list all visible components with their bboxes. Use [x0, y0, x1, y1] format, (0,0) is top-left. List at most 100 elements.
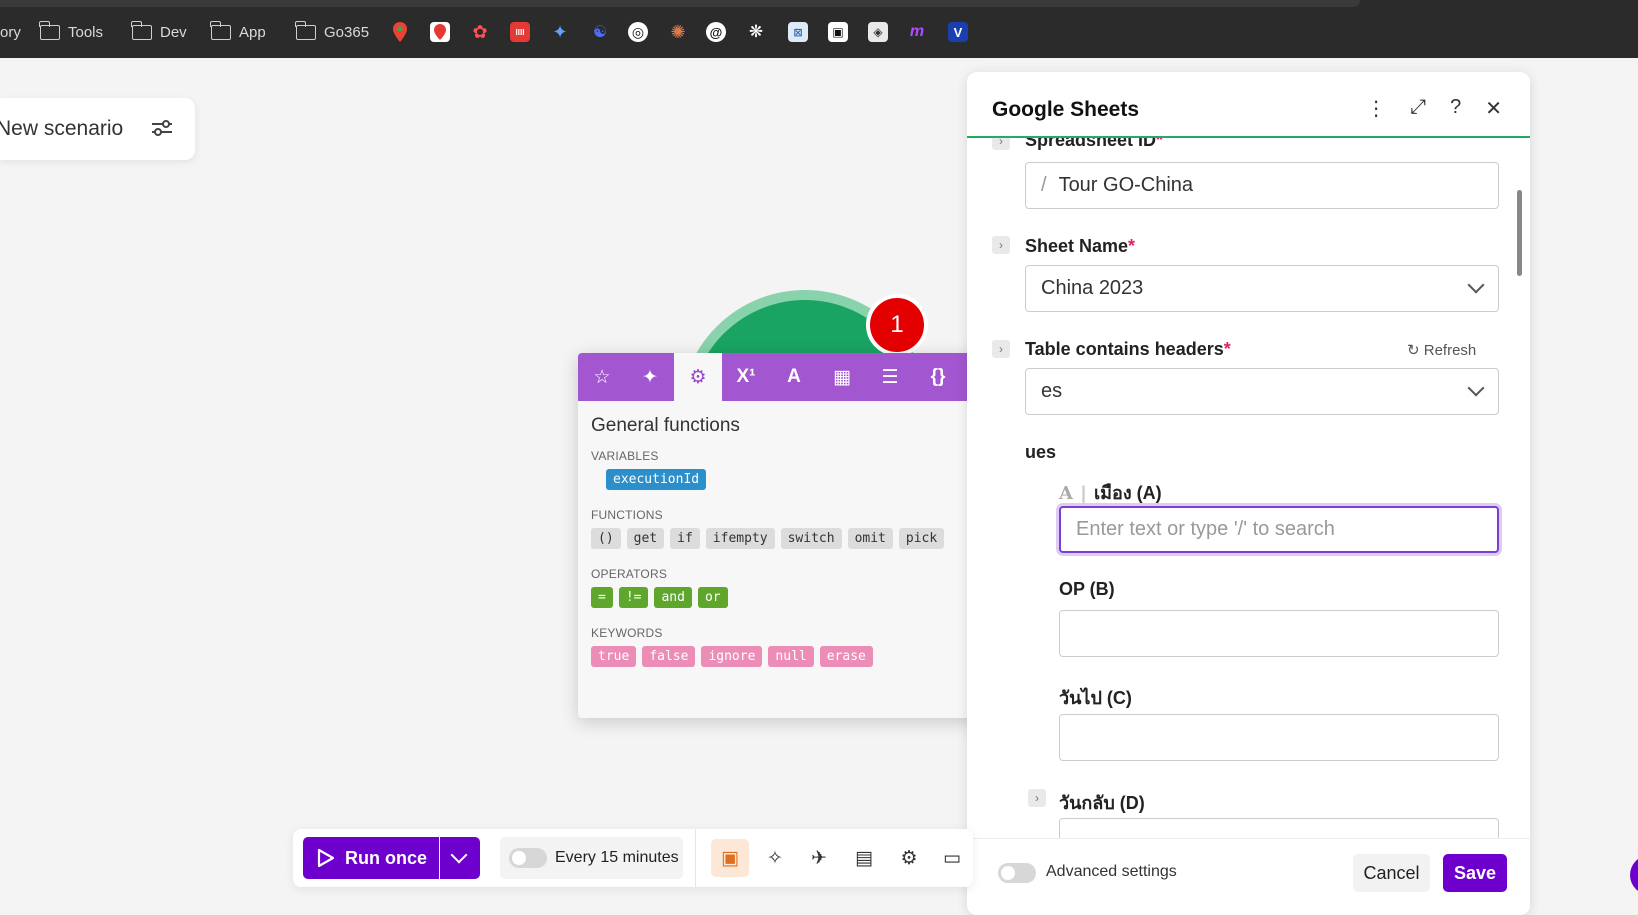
chip-function[interactable]: switch: [780, 528, 842, 549]
sheet-name-label: Sheet Name*: [1025, 236, 1136, 256]
red-app-icon[interactable]: IIII: [510, 22, 530, 42]
column-a-input[interactable]: Enter text or type '/' to search: [1059, 506, 1499, 553]
threads-icon[interactable]: @: [706, 22, 726, 42]
chip-operator[interactable]: or: [697, 587, 728, 608]
chip-keyword[interactable]: erase: [819, 646, 873, 667]
chevron-right-icon[interactable]: ›: [992, 236, 1010, 254]
help-icon[interactable]: ?: [1450, 96, 1461, 121]
run-once-button[interactable]: Run once: [303, 837, 439, 879]
spreadsheet-id-field[interactable]: / Tour GO-China: [1025, 162, 1499, 209]
toolbar-divider: [695, 829, 696, 887]
table-icon: ☰: [881, 366, 899, 388]
superscript-icon: X¹: [736, 366, 756, 387]
close-icon[interactable]: ✕: [1485, 96, 1502, 121]
chip-keyword[interactable]: false: [642, 646, 696, 667]
column-c-input[interactable]: [1059, 714, 1499, 761]
bookmark-folder-dev[interactable]: Dev: [131, 20, 187, 44]
chip-operator[interactable]: and: [654, 587, 692, 608]
chip-keyword[interactable]: ignore: [701, 646, 763, 667]
chip-function[interactable]: get: [626, 528, 665, 549]
extension-app-icon[interactable]: ◈: [868, 22, 888, 42]
settings-sliders-icon[interactable]: [151, 118, 173, 138]
cancel-button[interactable]: Cancel: [1353, 854, 1430, 892]
panel-header: Google Sheets ⋮ ⤢ ? ✕: [967, 72, 1530, 138]
chip-keyword[interactable]: null: [768, 646, 814, 667]
headers-select[interactable]: es: [1025, 368, 1499, 415]
advanced-settings-toggle[interactable]: [998, 863, 1036, 883]
claude-icon[interactable]: ✺: [668, 22, 688, 42]
bookmark-folder-tools[interactable]: Tools: [39, 20, 103, 44]
column-d-input[interactable]: [1059, 818, 1499, 838]
tab-favorites[interactable]: ☆: [578, 353, 626, 401]
chip-function[interactable]: if: [670, 528, 700, 549]
maps-pin-red-icon[interactable]: [430, 22, 450, 42]
tab-math[interactable]: X¹: [722, 353, 770, 401]
panel-scrollbar[interactable]: [1517, 190, 1522, 276]
star-icon: ☆: [593, 366, 611, 388]
maps-pin-icon[interactable]: [390, 22, 410, 42]
sheet-name-select[interactable]: China 2023: [1025, 265, 1499, 312]
expand-icon[interactable]: ⤢: [1410, 96, 1426, 121]
tab-strip-edge: [0, 0, 1360, 7]
schedule-toggle[interactable]: [509, 848, 547, 868]
chevron-right-icon[interactable]: ›: [992, 138, 1010, 150]
advanced-settings-label: Advanced settings: [1046, 863, 1177, 880]
flower-app-icon[interactable]: ✿: [470, 22, 490, 42]
gemini-icon[interactable]: ✦: [550, 22, 570, 42]
tab-ai[interactable]: ✦: [626, 353, 674, 401]
module-settings-panel: Google Sheets ⋮ ⤢ ? ✕ › Spreadsheet ID* …: [967, 72, 1530, 915]
chatgpt-icon[interactable]: ❋: [746, 22, 766, 42]
values-label: ues: [1025, 442, 1057, 462]
capcut-icon[interactable]: ▣: [828, 22, 848, 42]
text-type-icon: A: [1059, 483, 1073, 504]
save-scenario-icon[interactable]: ▣: [711, 839, 749, 877]
tab-general-functions[interactable]: ⚙: [674, 353, 722, 401]
make-logo-icon[interactable]: m: [907, 22, 927, 42]
column-d-label: วันกลับ (D): [1059, 793, 1145, 813]
schedule-setting[interactable]: Every 15 minutes: [500, 837, 683, 879]
column-b-input[interactable]: [1059, 610, 1499, 657]
bookmark-partial[interactable]: ory: [0, 20, 21, 44]
chip-function[interactable]: ifempty: [705, 528, 775, 549]
chevron-right-icon[interactable]: ›: [992, 340, 1010, 358]
chip-function[interactable]: omit: [847, 528, 893, 549]
chip-operator[interactable]: !=: [618, 587, 649, 608]
chevron-down-icon: [1467, 276, 1485, 294]
chip-function[interactable]: pick: [898, 528, 945, 549]
folder-icon: [131, 20, 152, 40]
auto-align-wand-icon[interactable]: ✧: [756, 839, 794, 877]
perplexity-icon[interactable]: ◎: [628, 22, 648, 42]
refresh-button[interactable]: ↻ Refresh: [1407, 341, 1476, 359]
swirl-app-icon[interactable]: ☯: [590, 22, 610, 42]
diagram-app-icon[interactable]: ⊠: [788, 22, 808, 42]
slash-icon: /: [1041, 174, 1047, 196]
flow-control-plane-icon[interactable]: ✈: [800, 839, 838, 877]
chip-function[interactable]: (): [591, 528, 621, 549]
tab-array[interactable]: ☰: [866, 353, 914, 401]
more-options-icon[interactable]: ⋮: [1366, 96, 1386, 121]
module-badge: 1: [866, 294, 928, 356]
bookmark-folder-go365[interactable]: Go365: [295, 20, 369, 44]
play-icon: [317, 848, 335, 868]
scenario-settings-gear-icon[interactable]: ⚙: [890, 839, 928, 877]
chip-variable[interactable]: executionId: [606, 469, 707, 490]
notes-icon[interactable]: ▭: [933, 839, 971, 877]
chip-keyword[interactable]: true: [591, 646, 637, 667]
panel-title: Google Sheets: [992, 98, 1140, 121]
braces-icon: {}: [930, 366, 946, 387]
data-structure-icon[interactable]: ▤: [845, 839, 883, 877]
scenario-name-bar[interactable]: New scenario: [0, 98, 195, 160]
bookmark-folder-app[interactable]: App: [210, 20, 266, 44]
run-options-dropdown[interactable]: [440, 837, 480, 879]
tab-date[interactable]: ▦: [818, 353, 866, 401]
tab-json[interactable]: {}: [914, 353, 962, 401]
chip-operator[interactable]: =: [591, 587, 613, 608]
v-app-icon[interactable]: V: [948, 22, 968, 42]
save-button[interactable]: Save: [1443, 854, 1507, 892]
chevron-right-icon[interactable]: ›: [1028, 789, 1046, 807]
folder-icon: [295, 20, 316, 40]
scenario-name[interactable]: New scenario: [0, 117, 123, 141]
tab-text[interactable]: A: [770, 353, 818, 401]
sparkle-icon: ✦: [642, 366, 658, 388]
panel-form[interactable]: › Spreadsheet ID* / Tour GO-China › Shee…: [967, 138, 1530, 838]
